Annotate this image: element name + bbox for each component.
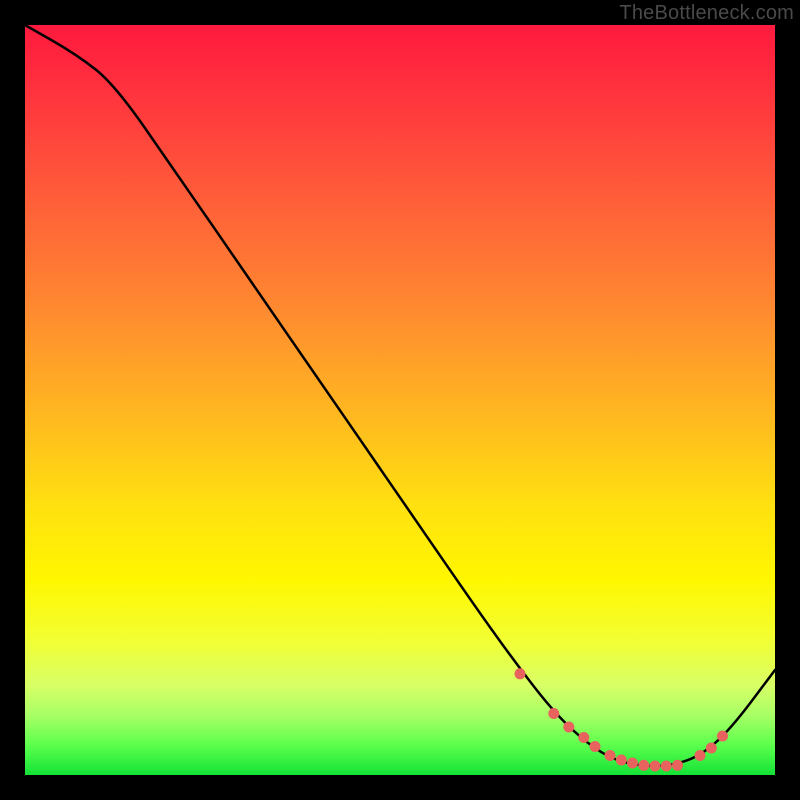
- marker-dot: [661, 761, 672, 772]
- marker-dot: [563, 722, 574, 733]
- curve-line: [25, 25, 775, 766]
- plot-area: [25, 25, 775, 775]
- marker-dot: [650, 761, 661, 772]
- marker-dot: [590, 741, 601, 752]
- marker-dot: [578, 732, 589, 743]
- marker-dot: [515, 668, 526, 679]
- marker-dot: [717, 731, 728, 742]
- marker-dot: [605, 750, 616, 761]
- chart-container: TheBottleneck.com: [0, 0, 800, 800]
- highlight-dots: [515, 668, 729, 771]
- marker-dot: [548, 708, 559, 719]
- marker-dot: [672, 760, 683, 771]
- chart-svg: [25, 25, 775, 775]
- watermark-text: TheBottleneck.com: [619, 2, 794, 25]
- marker-dot: [706, 743, 717, 754]
- marker-dot: [638, 760, 649, 771]
- marker-dot: [695, 750, 706, 761]
- marker-dot: [616, 755, 627, 766]
- marker-dot: [627, 758, 638, 769]
